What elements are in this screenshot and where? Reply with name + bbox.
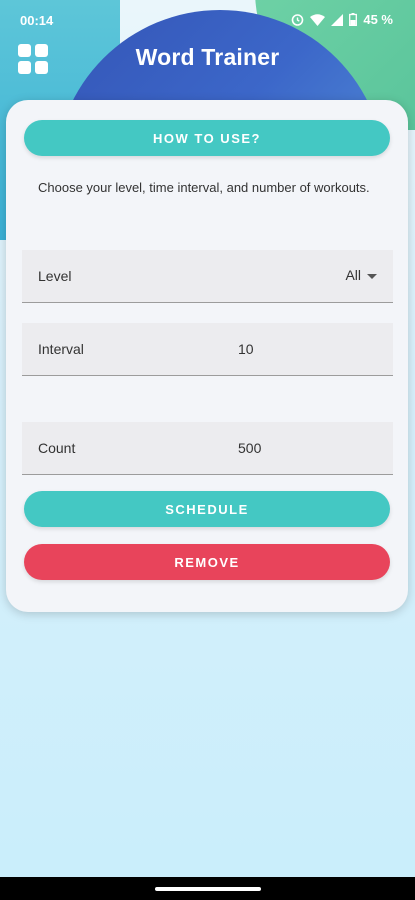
battery-icon: [349, 13, 358, 26]
interval-input[interactable]: 10: [238, 341, 254, 357]
level-label: Level: [38, 268, 72, 284]
alarm-icon: [291, 13, 304, 26]
level-dropdown[interactable]: Level All: [22, 250, 393, 303]
remove-button[interactable]: REMOVE: [24, 544, 390, 580]
home-gesture-handle[interactable]: [155, 887, 261, 891]
signal-icon: [331, 13, 344, 26]
schedule-button[interactable]: SCHEDULE: [24, 491, 390, 527]
interval-field[interactable]: Interval 10: [22, 323, 393, 376]
interval-label: Interval: [38, 341, 84, 357]
status-time: 00:14: [20, 13, 54, 28]
count-field[interactable]: Count 500: [22, 422, 393, 475]
count-label: Count: [38, 440, 76, 456]
intro-text: Choose your level, time interval, and nu…: [38, 180, 370, 195]
dropdown-caret-icon: [367, 273, 377, 279]
app-title: Word Trainer: [135, 44, 280, 70]
level-value: All: [345, 267, 361, 283]
battery-percent: 45 %: [363, 12, 393, 27]
settings-card: HOW TO USE? Choose your level, time inte…: [6, 100, 408, 612]
status-icons: 45 %: [291, 12, 393, 27]
how-to-use-button[interactable]: HOW TO USE?: [24, 120, 390, 156]
count-input[interactable]: 500: [238, 440, 261, 456]
wifi-icon: [310, 13, 326, 26]
level-select[interactable]: All: [345, 267, 377, 283]
system-nav-bar: [0, 877, 415, 900]
status-bar: 00:14 45 %: [0, 0, 415, 40]
